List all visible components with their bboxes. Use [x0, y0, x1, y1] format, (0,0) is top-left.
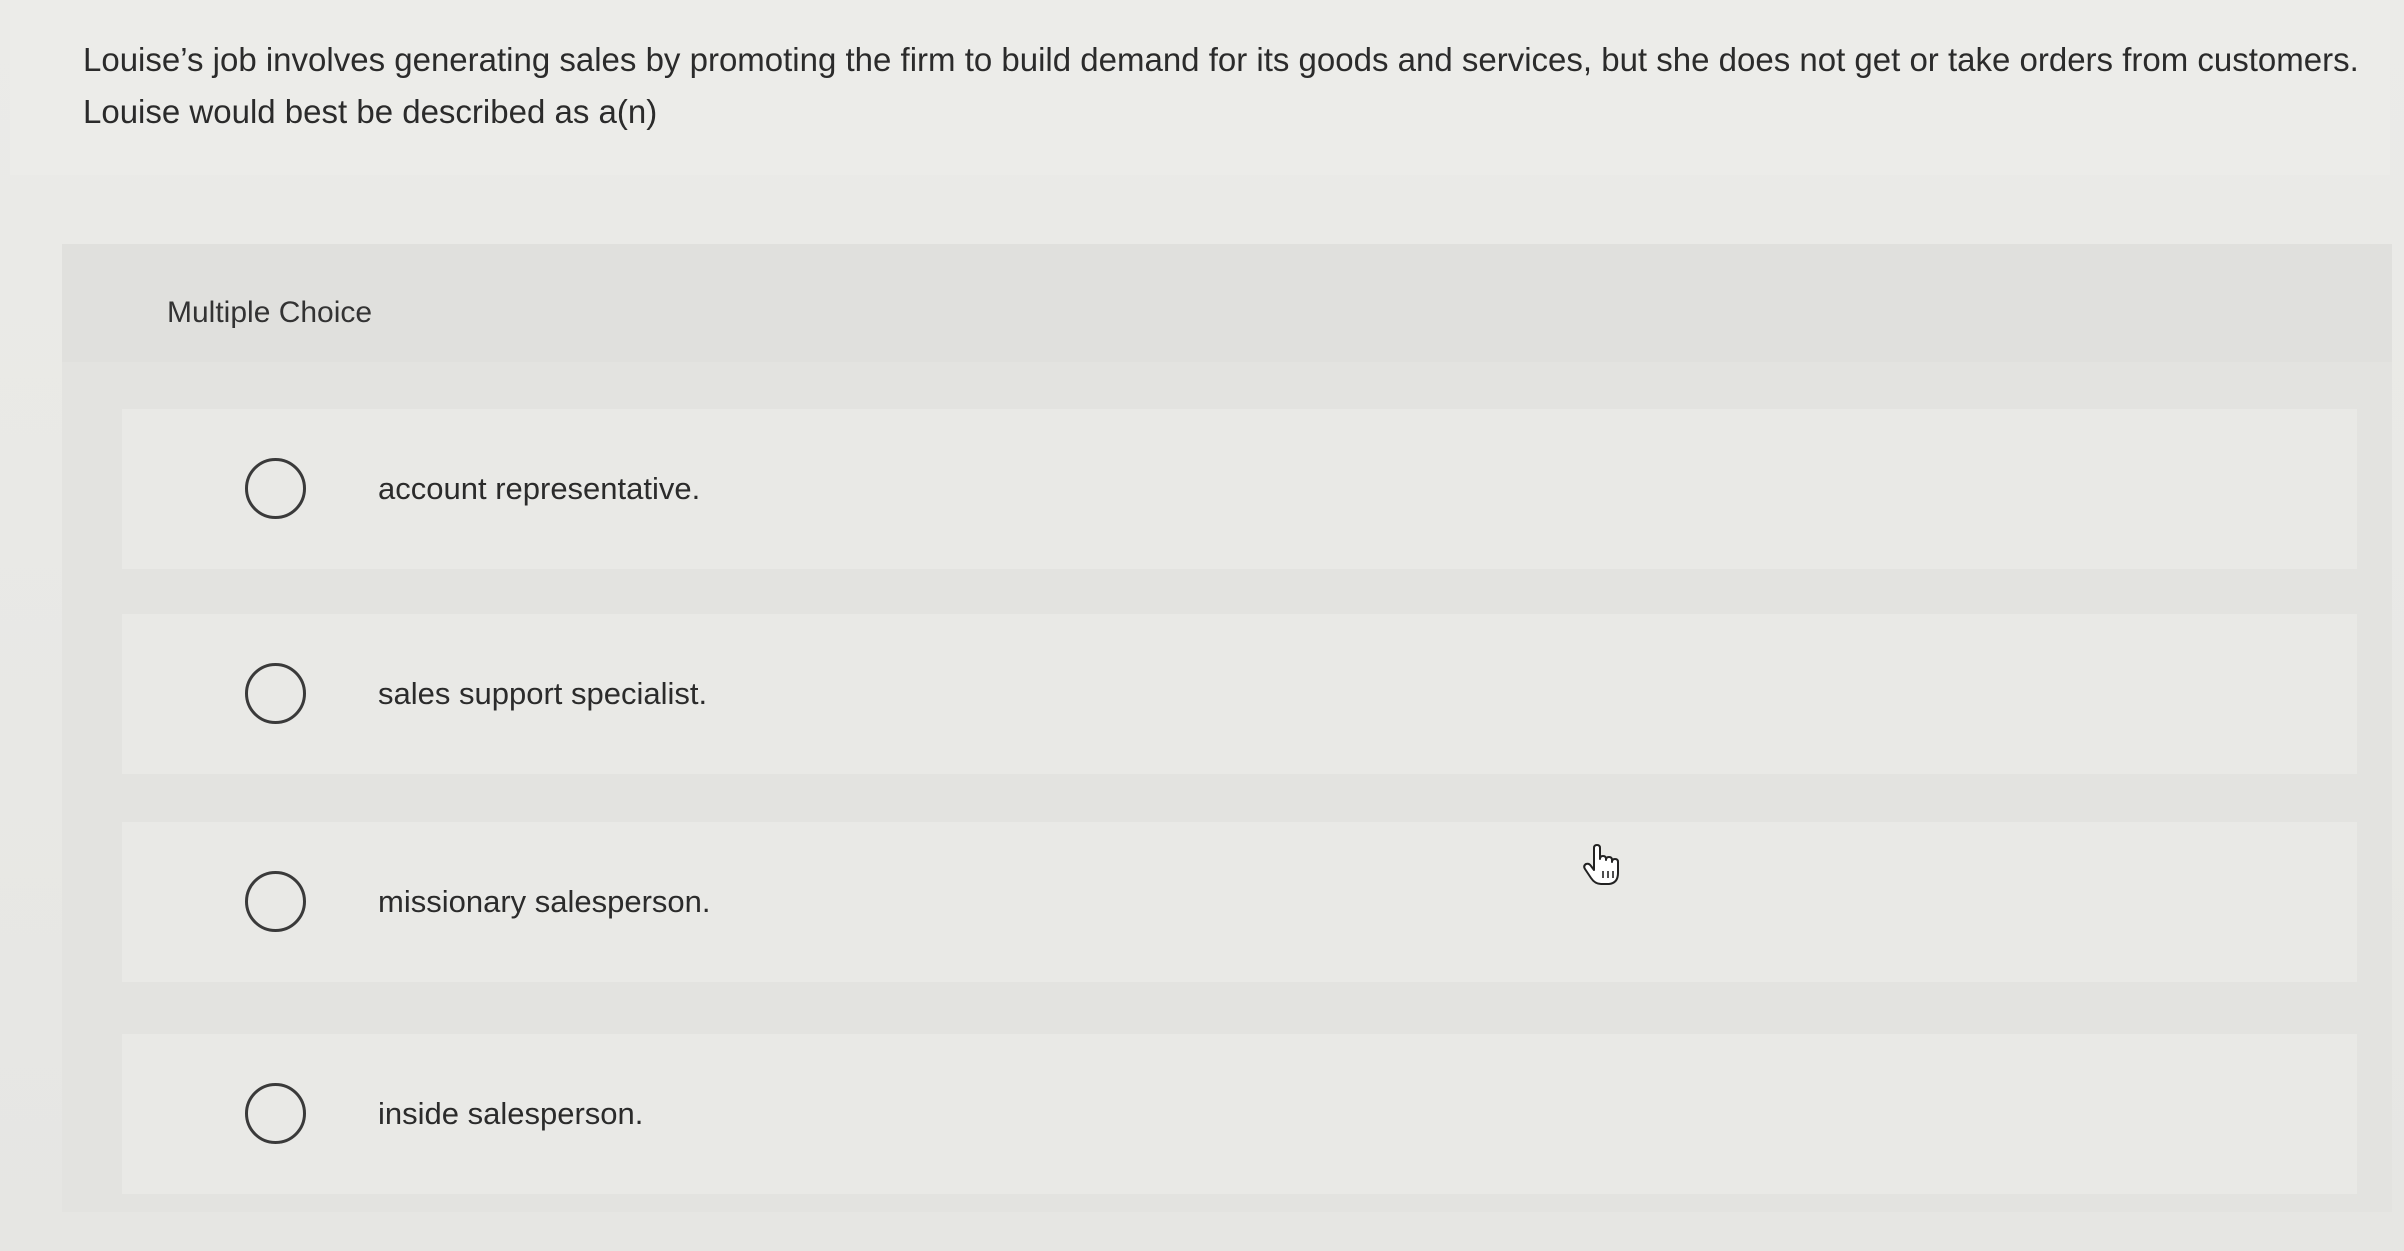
radio-button[interactable] [245, 1083, 306, 1144]
multiple-choice-header: Multiple Choice [62, 244, 2392, 362]
answer-option-2[interactable]: sales support specialist. [122, 614, 2357, 774]
question-text: Louise’s job involves generating sales b… [83, 41, 2359, 130]
answer-option-1[interactable]: account representative. [122, 409, 2357, 569]
multiple-choice-label: Multiple Choice [167, 296, 373, 329]
answer-option-label: missionary salesperson. [378, 884, 711, 919]
answer-option-label: sales support specialist. [378, 676, 708, 711]
question-card: Louise’s job involves generating sales b… [10, 0, 2390, 175]
hand-pointer-icon [1583, 844, 1619, 885]
answer-option-label: account representative. [378, 471, 701, 506]
radio-button[interactable] [245, 663, 306, 724]
radio-button[interactable] [245, 871, 306, 932]
answer-option-3[interactable]: missionary salesperson. [122, 822, 2357, 982]
radio-button[interactable] [245, 458, 306, 519]
answer-option-4[interactable]: inside salesperson. [122, 1034, 2357, 1194]
answer-option-label: inside salesperson. [378, 1096, 644, 1131]
multiple-choice-panel: Multiple Choice account representative. … [62, 244, 2392, 1212]
